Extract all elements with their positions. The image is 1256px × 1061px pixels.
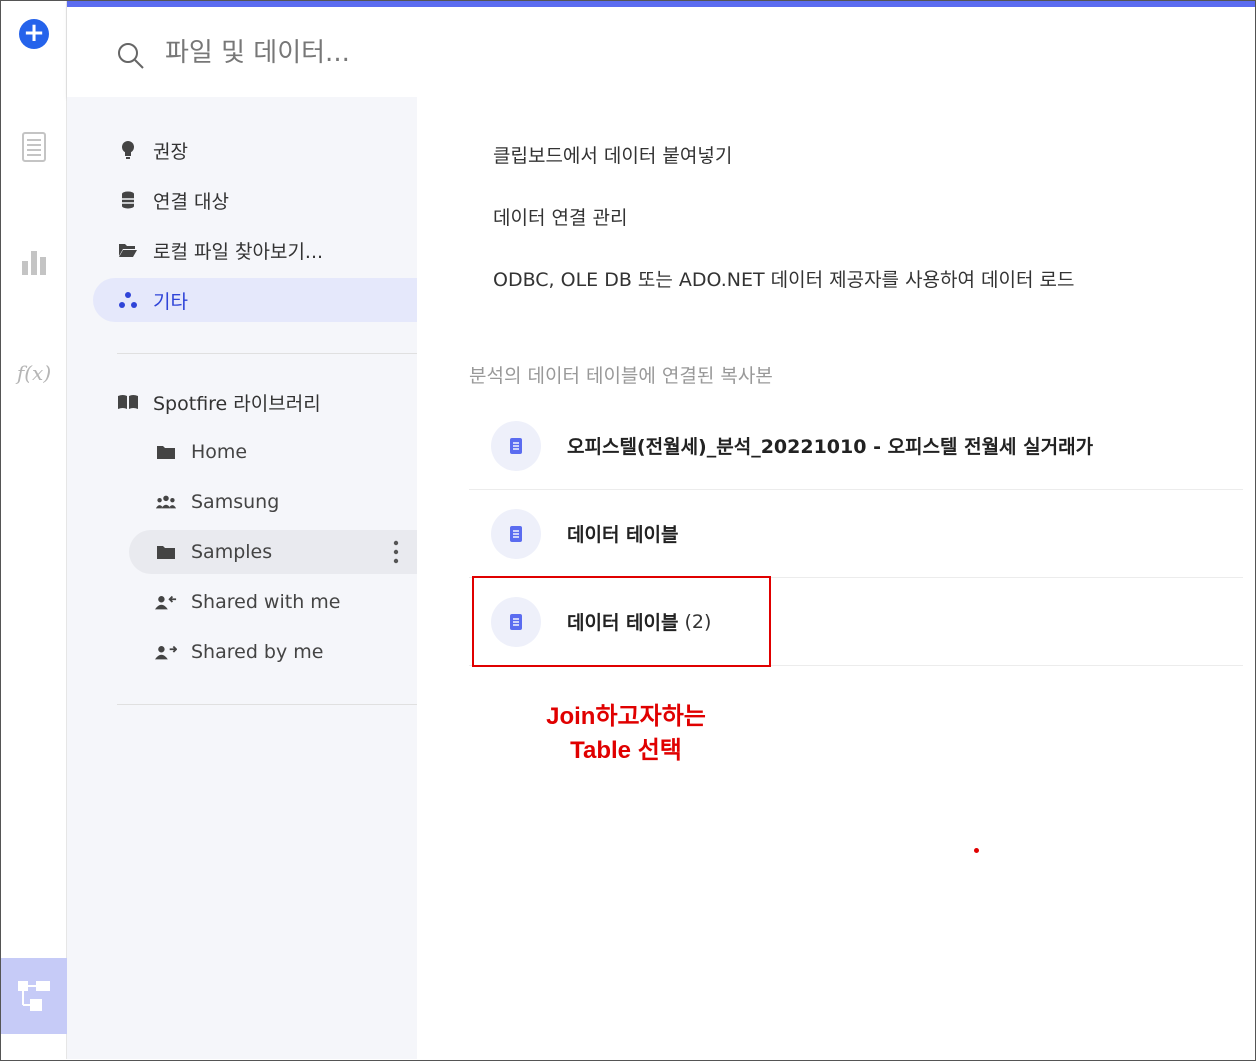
bar-chart-icon <box>22 251 46 275</box>
library-label: Spotfire 라이브러리 <box>153 392 321 415</box>
nav-item-other[interactable]: 기타 <box>93 278 417 322</box>
visualization-button[interactable] <box>1 241 67 281</box>
user-share-in-icon <box>155 594 177 610</box>
folder-icon <box>155 544 177 560</box>
dots-cluster-icon <box>117 290 139 310</box>
library-item-shared-by-me[interactable]: Shared by me <box>129 630 417 674</box>
nav-item-label: 연결 대상 <box>153 190 229 213</box>
document-icon <box>491 508 541 559</box>
table-row[interactable]: 데이터 테이블 <box>469 490 1243 578</box>
library-item-samsung[interactable]: Samsung <box>129 480 417 524</box>
nav-item-connections[interactable]: 연결 대상 <box>93 178 417 222</box>
annotation-line: Table 선택 <box>570 737 682 764</box>
highlight-box <box>472 576 771 667</box>
annotation-callout: Join하고자하는 Table 선택 <box>500 700 752 768</box>
table-row[interactable]: 오피스텔(전월세)_분석_20221010 - 오피스텔 전월세 실거래가 <box>469 402 1243 490</box>
document-icon <box>22 132 46 162</box>
library-item-label: Samples <box>191 541 273 563</box>
library-item-samples[interactable]: Samples <box>129 530 417 574</box>
user-share-out-icon <box>155 644 177 660</box>
lightbulb-icon <box>117 140 139 160</box>
data-flow-icon <box>18 981 50 1011</box>
data-canvas-button[interactable] <box>1 129 67 165</box>
search-input[interactable] <box>165 31 865 75</box>
nav-divider <box>117 704 417 705</box>
nav-item-recommended[interactable]: 권장 <box>93 128 417 172</box>
cursor-dot <box>974 848 979 853</box>
database-icon <box>117 190 139 210</box>
folder-icon <box>155 444 177 460</box>
manage-data-connections-link[interactable]: 데이터 연결 관리 <box>493 203 627 230</box>
library-item-label: Shared with me <box>191 591 341 613</box>
library-item-shared-with-me[interactable]: Shared with me <box>129 580 417 624</box>
more-vertical-icon[interactable] <box>393 540 399 564</box>
table-row-label: 데이터 테이블 <box>567 524 679 546</box>
section-title: 분석의 데이터 테이블에 연결된 복사본 <box>469 365 773 387</box>
load-data-provider-link[interactable]: ODBC, OLE DB 또는 ADO.NET 데이터 제공자를 사용하여 데이… <box>493 265 1074 292</box>
group-icon <box>155 494 177 510</box>
search-icon <box>118 43 144 69</box>
data-flow-button[interactable] <box>1 958 67 1034</box>
document-icon <box>491 420 541 471</box>
nav-item-label: 권장 <box>153 140 188 163</box>
library-item-label: Home <box>191 441 248 463</box>
annotation-line: Join하고자하는 <box>546 703 706 730</box>
library-item-label: Shared by me <box>191 641 324 663</box>
fx-label: f(x) <box>16 361 52 385</box>
nav-divider <box>117 353 417 354</box>
table-row-label: 오피스텔(전월세)_분석_20221010 - 오피스텔 전월세 실거래가 <box>567 436 1094 458</box>
function-button[interactable]: f(x) <box>1 355 67 391</box>
library-item-label: Samsung <box>191 491 280 513</box>
nav-item-label: 로컬 파일 찾아보기... <box>153 240 324 263</box>
library-header[interactable]: Spotfire 라이브러리 <box>117 382 417 422</box>
search-bar <box>67 1 1255 97</box>
nav-item-label: 기타 <box>153 290 188 313</box>
book-icon <box>117 394 139 410</box>
add-data-button[interactable]: + <box>1 17 67 51</box>
paste-from-clipboard-link[interactable]: 클립보드에서 데이터 붙여넣기 <box>493 141 732 168</box>
plus-circle-icon: + <box>19 19 49 49</box>
left-rail: + f(x) <box>1 1 67 1059</box>
nav-item-browse-local[interactable]: 로컬 파일 찾아보기... <box>93 228 417 272</box>
library-item-home[interactable]: Home <box>129 430 417 474</box>
folder-open-icon <box>117 240 139 260</box>
source-nav-panel: 권장 연결 대상 로컬 파일 찾아보기... 기타 Spotfire 라이브러리… <box>67 97 417 1059</box>
